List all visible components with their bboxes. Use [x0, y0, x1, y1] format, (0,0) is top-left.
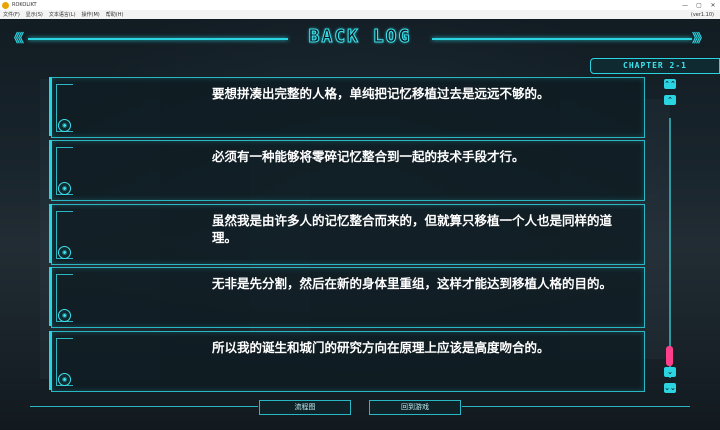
- log-entry[interactable]: ◉ 虽然我是由许多人的记忆整合而来的，但就算只移植一个人也是同样的道理。: [49, 204, 645, 265]
- backlog-title: BACK LOG: [308, 26, 412, 48]
- maximize-button[interactable]: ▢: [692, 2, 706, 9]
- scroll-up-button[interactable]: ⌃: [664, 95, 676, 105]
- scroll-down-button[interactable]: ⌄: [664, 367, 676, 377]
- log-entry[interactable]: ◉ 所以我的诞生和城门的研究方向在原理上应该是高度吻合的。: [49, 331, 645, 392]
- flowchart-button[interactable]: 流程图: [259, 400, 351, 415]
- bottom-line-right: [462, 406, 690, 407]
- log-entry-text: 要想拼凑出完整的人格，单纯把记忆移植过去是远远不够的。: [212, 86, 550, 101]
- menu-text-language[interactable]: 文本语言(L): [46, 11, 79, 18]
- version-label: (ver1.10): [690, 11, 714, 18]
- backlog-scrollbar[interactable]: ⌃⌃ ⌃ ⌄ ⌄⌄: [664, 74, 676, 415]
- return-to-game-button[interactable]: 回到游戏: [369, 400, 461, 415]
- log-entry-text: 无非是先分割，然后在新的身体里重组，这样才能达到移植人格的目的。: [212, 276, 613, 291]
- game-screen: 《《 》》 BACK LOG CHAPTER 2-1 ◉ 要想拼凑出完整的人格，…: [0, 19, 720, 430]
- app-icon: [2, 1, 9, 9]
- scroll-track[interactable]: [669, 118, 671, 378]
- bottom-line-left: [30, 406, 258, 407]
- window-title: ROKOLIKT: [12, 2, 37, 8]
- menu-help[interactable]: 帮助(H): [103, 11, 127, 18]
- log-entry-text: 必须有一种能够将零碎记忆整合到一起的技术手段才行。: [212, 149, 525, 164]
- close-button[interactable]: ✕: [706, 2, 720, 9]
- chapter-label: CHAPTER 2-1: [590, 58, 720, 74]
- voice-replay-icon[interactable]: ◉: [58, 119, 71, 132]
- log-entry[interactable]: ◉ 要想拼凑出完整的人格，单纯把记忆移植过去是远远不够的。: [49, 77, 645, 138]
- scroll-thumb[interactable]: [666, 346, 673, 366]
- scroll-bottom-button[interactable]: ⌄⌄: [664, 383, 676, 393]
- voice-replay-icon[interactable]: ◉: [58, 309, 71, 322]
- voice-replay-icon[interactable]: ◉: [58, 246, 71, 259]
- voice-replay-icon[interactable]: ◉: [58, 182, 71, 195]
- menu-file[interactable]: 文件(F): [0, 11, 23, 18]
- log-entry-text: 虽然我是由许多人的记忆整合而来的，但就算只移植一个人也是同样的道理。: [212, 213, 613, 245]
- menu-operation[interactable]: 操作(M): [79, 11, 103, 18]
- log-entry-text: 所以我的诞生和城门的研究方向在原理上应该是高度吻合的。: [212, 340, 550, 355]
- window-titlebar: ROKOLIKT — ▢ ✕: [0, 0, 720, 10]
- log-entry[interactable]: ◉ 无非是先分割，然后在新的身体里重组，这样才能达到移植人格的目的。: [49, 267, 645, 328]
- minimize-button[interactable]: —: [678, 2, 692, 9]
- voice-replay-icon[interactable]: ◉: [58, 373, 71, 386]
- scroll-top-button[interactable]: ⌃⌃: [664, 79, 676, 89]
- log-entry[interactable]: ◉ 必须有一种能够将零碎记忆整合到一起的技术手段才行。: [49, 140, 645, 201]
- menu-display[interactable]: 显示(S): [23, 11, 46, 18]
